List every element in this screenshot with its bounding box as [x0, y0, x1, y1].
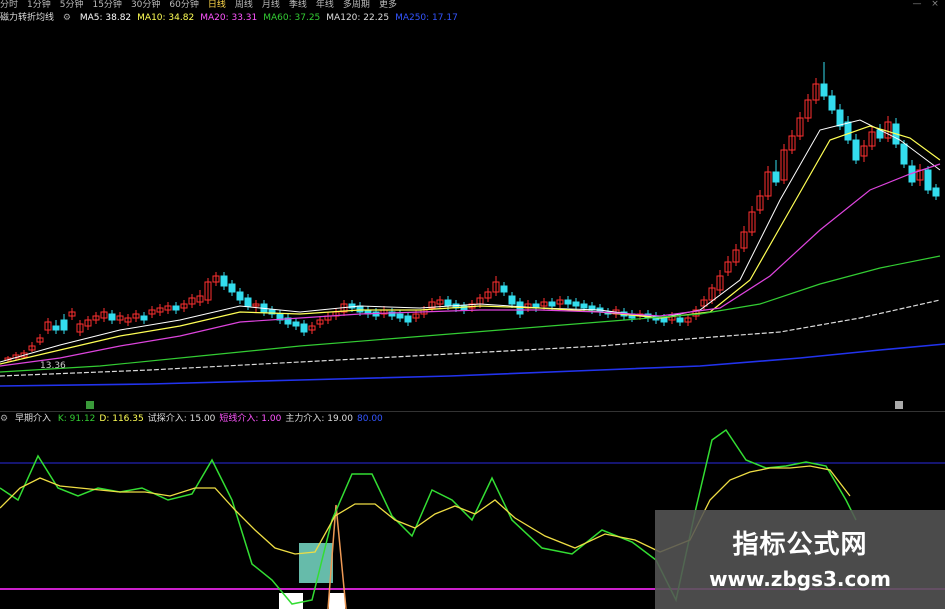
- watermark-url: www.zbgs3.com: [709, 567, 891, 591]
- signal-bar: [279, 593, 303, 609]
- watermark: 指标公式网 www.zbgs3.com: [655, 510, 945, 609]
- watermark-title: 指标公式网: [732, 530, 868, 560]
- signal-bar: [329, 593, 345, 609]
